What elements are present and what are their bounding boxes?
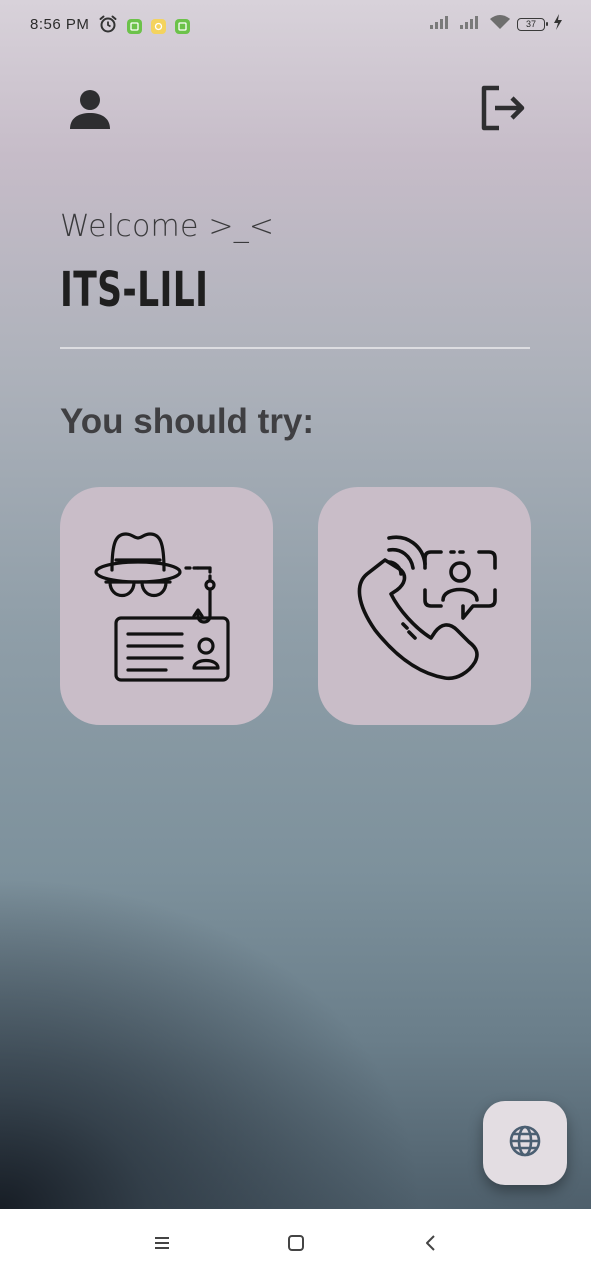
notification-app-icon (151, 19, 166, 34)
home-icon (287, 1234, 305, 1257)
back-icon (424, 1234, 438, 1257)
signal-icon (429, 14, 453, 35)
menu-icon (153, 1235, 171, 1256)
suggestions-heading: You should try: (60, 402, 315, 441)
app-screen: 8:56 PM 37 Welcome >_< ITS-LILI You shou… (0, 0, 591, 1209)
phishing-awareness-card[interactable] (60, 487, 273, 725)
profile-button[interactable] (64, 84, 116, 136)
call-scam-awareness-card[interactable] (318, 487, 531, 725)
status-bar: 8:56 PM 37 (0, 0, 591, 52)
notification-app-icon (175, 19, 190, 34)
wifi-icon (489, 14, 511, 35)
signal-icon (459, 14, 483, 35)
logout-button[interactable] (472, 82, 530, 138)
charging-icon (553, 14, 563, 35)
status-notification-icons (98, 14, 190, 39)
globe-icon (508, 1124, 542, 1163)
welcome-text: Welcome >_< (60, 209, 275, 244)
username-title: ITS-LILI (60, 262, 209, 318)
system-navigation-bar (0, 1209, 591, 1280)
status-time: 8:56 PM (30, 16, 90, 33)
nav-back-button[interactable] (411, 1231, 451, 1259)
phone-call-contact-icon (345, 524, 505, 689)
status-system-icons: 37 (429, 14, 563, 35)
language-button[interactable] (483, 1101, 567, 1185)
person-icon (67, 85, 113, 136)
divider (60, 347, 530, 349)
battery-icon: 37 (517, 18, 548, 31)
phishing-detective-icon (92, 524, 242, 689)
logout-icon (475, 82, 527, 139)
nav-home-button[interactable] (276, 1231, 316, 1259)
alarm-icon (98, 14, 118, 39)
notification-app-icon (127, 19, 142, 34)
nav-menu-button[interactable] (142, 1231, 182, 1259)
